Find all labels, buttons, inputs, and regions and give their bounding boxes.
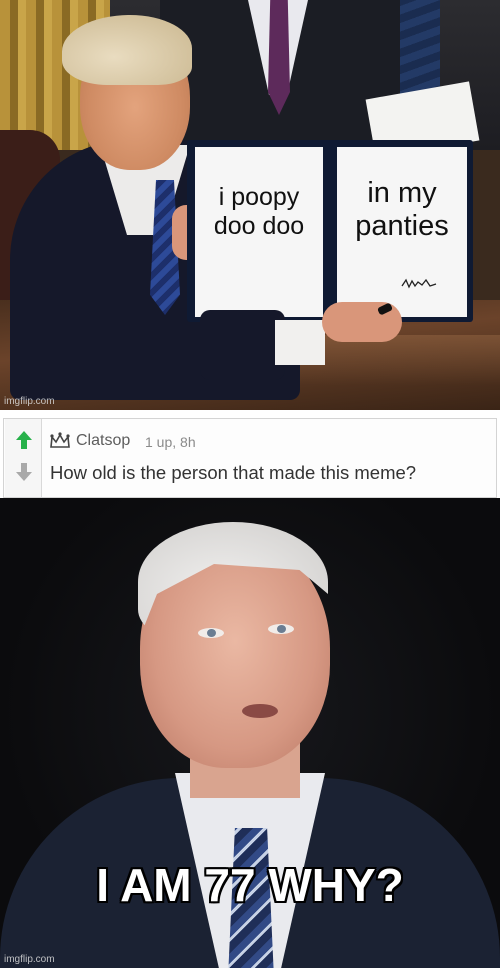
arrow-down-icon[interactable] — [13, 461, 35, 483]
folder-left-page: i poopy doo doo — [195, 147, 323, 317]
watermark-top: imgflip.com — [4, 396, 55, 407]
comment-card: Clatsop 1 up, 8h How old is the person t… — [3, 418, 497, 498]
shirt-cuff — [275, 320, 325, 365]
comment-username[interactable]: Clatsop — [76, 432, 130, 450]
comment-meta: 1 up, 8h — [145, 434, 196, 450]
comment-section: Clatsop 1 up, 8h How old is the person t… — [0, 410, 500, 498]
top-meme-image: i poopy doo doo in my panties imgflip.co… — [0, 0, 500, 410]
watermark-bottom: imgflip.com — [4, 954, 55, 965]
signature-scribble — [401, 278, 437, 289]
right-page-text: in my panties — [355, 177, 449, 243]
meme-caption: I AM 77 WHY? — [96, 859, 404, 911]
man-hair — [62, 15, 192, 85]
mouth — [242, 704, 278, 718]
crown-icon — [50, 432, 70, 448]
right-sleeve — [200, 310, 285, 380]
aide-tie — [268, 0, 290, 115]
left-eye — [198, 628, 224, 638]
arrow-up-icon[interactable] — [13, 429, 35, 451]
comment-text: How old is the person that made this mem… — [50, 462, 417, 483]
right-eye — [268, 624, 294, 634]
vote-column — [5, 419, 42, 497]
left-page-text: i poopy doo doo — [213, 183, 305, 240]
